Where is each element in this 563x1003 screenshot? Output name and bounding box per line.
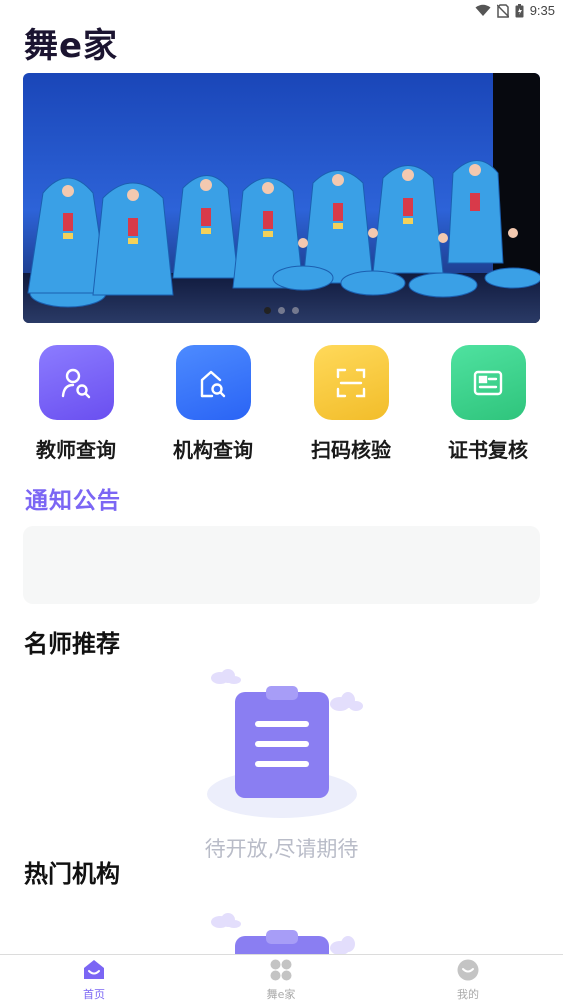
teacher-search-button[interactable]: 教师查询	[11, 345, 141, 463]
notice-title: 通知公告	[25, 488, 121, 514]
home-icon	[84, 960, 104, 979]
bottom-tab-bar: 首页 舞e家 我的	[0, 954, 563, 1003]
institutions-section-title: 热门机构	[24, 860, 120, 888]
grid-icon	[270, 959, 292, 981]
app-title: 舞e家	[24, 26, 119, 66]
status-time: 9:35	[529, 3, 555, 18]
institution-search-button[interactable]: 机构查询	[148, 345, 278, 463]
scan-verify-button[interactable]: 扫码核验	[286, 345, 416, 463]
tab-mine[interactable]: 我的	[418, 959, 518, 1002]
notice-box[interactable]	[23, 526, 540, 604]
tab-label: 首页	[83, 988, 105, 1001]
empty-clipboard-icon	[211, 913, 355, 954]
carousel-indicator	[23, 307, 540, 314]
action-label: 证书复核	[448, 438, 528, 462]
tab-wuejia[interactable]: 舞e家	[231, 959, 331, 1002]
tab-home[interactable]: 首页	[44, 959, 144, 1002]
empty-clipboard-icon	[207, 669, 363, 818]
certificate-review-button[interactable]: 证书复核	[423, 345, 553, 463]
institution-search-icon	[175, 345, 251, 420]
action-label: 机构查询	[173, 438, 253, 462]
tab-label: 舞e家	[266, 988, 296, 1001]
scan-icon	[313, 345, 389, 420]
carousel-dot[interactable]	[264, 307, 271, 314]
action-label: 教师查询	[36, 438, 116, 462]
teachers-section-title: 名师推荐	[24, 630, 120, 658]
certificate-icon	[450, 345, 526, 420]
banner-carousel[interactable]	[23, 73, 540, 323]
banner-image	[23, 73, 540, 323]
teacher-search-icon	[38, 345, 114, 420]
tab-label: 我的	[457, 988, 479, 1001]
carousel-dot[interactable]	[292, 307, 299, 314]
no-sim-icon	[496, 3, 509, 18]
battery-icon	[515, 3, 524, 17]
profile-icon	[457, 959, 479, 981]
action-label: 扫码核验	[311, 438, 391, 462]
carousel-dot[interactable]	[278, 307, 285, 314]
wifi-icon	[475, 4, 491, 16]
